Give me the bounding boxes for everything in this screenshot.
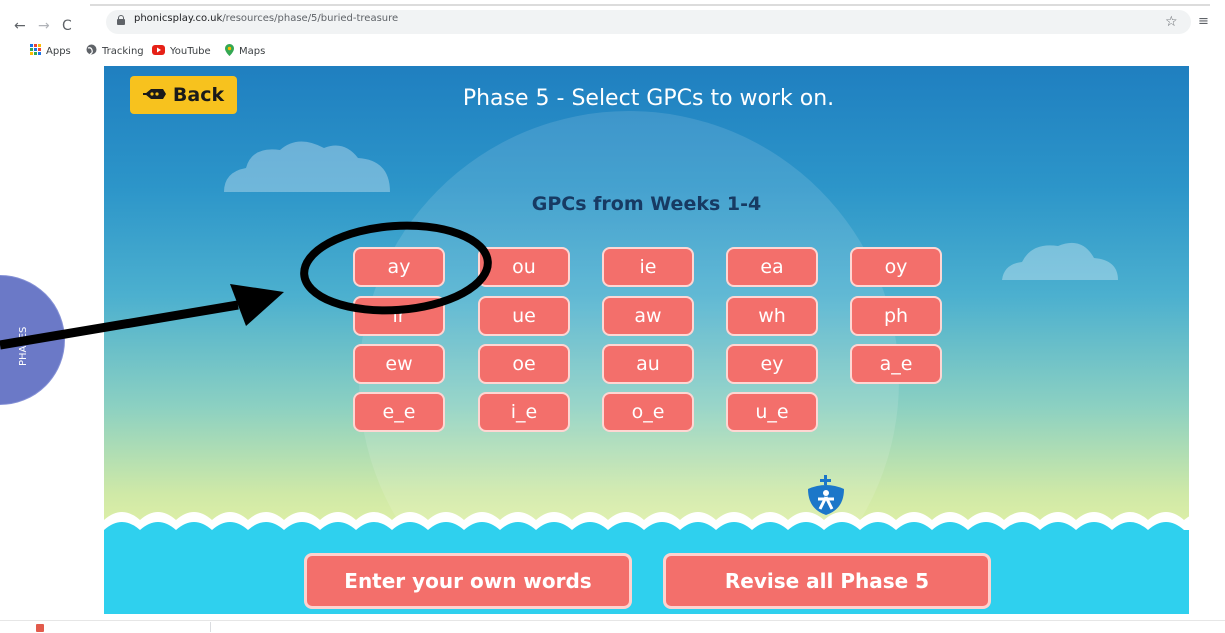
tab-strip [0, 0, 1225, 8]
bookmark-youtube[interactable]: YouTube [152, 43, 211, 59]
bookmark-youtube-label: YouTube [170, 45, 211, 57]
globe-icon [86, 44, 97, 58]
youtube-icon [152, 44, 165, 58]
pdf-file-icon[interactable] [36, 624, 44, 632]
gpc-group-heading: GPCs from Weeks 1-4 [531, 193, 762, 215]
gpc-button[interactable]: ey [726, 344, 818, 384]
gpc-button[interactable]: e_e [353, 392, 445, 432]
gpc-button[interactable]: ie [602, 247, 694, 287]
sea-waves [104, 512, 1189, 614]
gpc-button[interactable]: ue [478, 296, 570, 336]
bookmarks-bar: Apps Tracking YouTube Maps [0, 40, 1225, 62]
gpc-button[interactable]: i_e [478, 392, 570, 432]
gpc-button[interactable]: au [602, 344, 694, 384]
cloud-left [224, 141, 390, 192]
gpc-button[interactable]: ir [353, 296, 445, 336]
gpc-button[interactable]: ea [726, 247, 818, 287]
url-path: /resources/phase/5/buried-treasure [222, 13, 399, 24]
gpc-button[interactable]: u_e [726, 392, 818, 432]
gpc-button[interactable]: oy [850, 247, 942, 287]
bookmark-star-icon[interactable]: ☆ [1165, 14, 1178, 30]
cloud-right [1002, 242, 1118, 280]
bookmark-maps[interactable]: Maps [225, 43, 265, 59]
gpc-button[interactable]: a_e [850, 344, 942, 384]
phases-side-tab[interactable]: PHASES [0, 275, 65, 405]
gpc-button[interactable]: ou [478, 247, 570, 287]
url-text[interactable]: phonicsplay.co.uk/resources/phase/5/buri… [134, 11, 398, 27]
bookmark-maps-label: Maps [239, 45, 266, 57]
phases-side-tab-label: PHASES [18, 326, 29, 366]
reload-icon[interactable]: C [62, 18, 72, 34]
apps-grid-icon [30, 44, 41, 58]
bookmark-apps-label: Apps [46, 45, 71, 57]
bookmark-tracking-label: Tracking [102, 45, 144, 57]
bookmark-apps[interactable]: Apps [30, 43, 71, 59]
bookmark-tracking[interactable]: Tracking [86, 43, 144, 59]
lock-icon [117, 15, 125, 25]
gpc-button[interactable]: ew [353, 344, 445, 384]
game-panel: Back Phase 5 - Select GPCs to work on. G… [104, 66, 1189, 614]
gpc-button[interactable]: aw [602, 296, 694, 336]
gpc-button[interactable]: ay [353, 247, 445, 287]
page-title: Phase 5 - Select GPCs to work on. [462, 86, 835, 111]
url-host: phonicsplay.co.uk [134, 13, 223, 24]
tab-strip-divider [90, 4, 1210, 6]
gpc-button[interactable]: ph [850, 296, 942, 336]
download-bar-divider [210, 622, 211, 632]
gpc-button[interactable]: wh [726, 296, 818, 336]
download-bar [0, 620, 1225, 633]
back-arrow-icon[interactable]: ← [14, 18, 26, 34]
gpc-button[interactable]: o_e [602, 392, 694, 432]
maps-pin-icon [225, 43, 234, 59]
enter-own-words-button[interactable]: Enter your own words [304, 553, 632, 609]
gpc-button[interactable]: oe [478, 344, 570, 384]
forward-arrow-icon[interactable]: → [38, 18, 50, 34]
reading-list-icon[interactable]: ≡ [1198, 14, 1209, 29]
revise-all-phase-5-button[interactable]: Revise all Phase 5 [663, 553, 991, 609]
